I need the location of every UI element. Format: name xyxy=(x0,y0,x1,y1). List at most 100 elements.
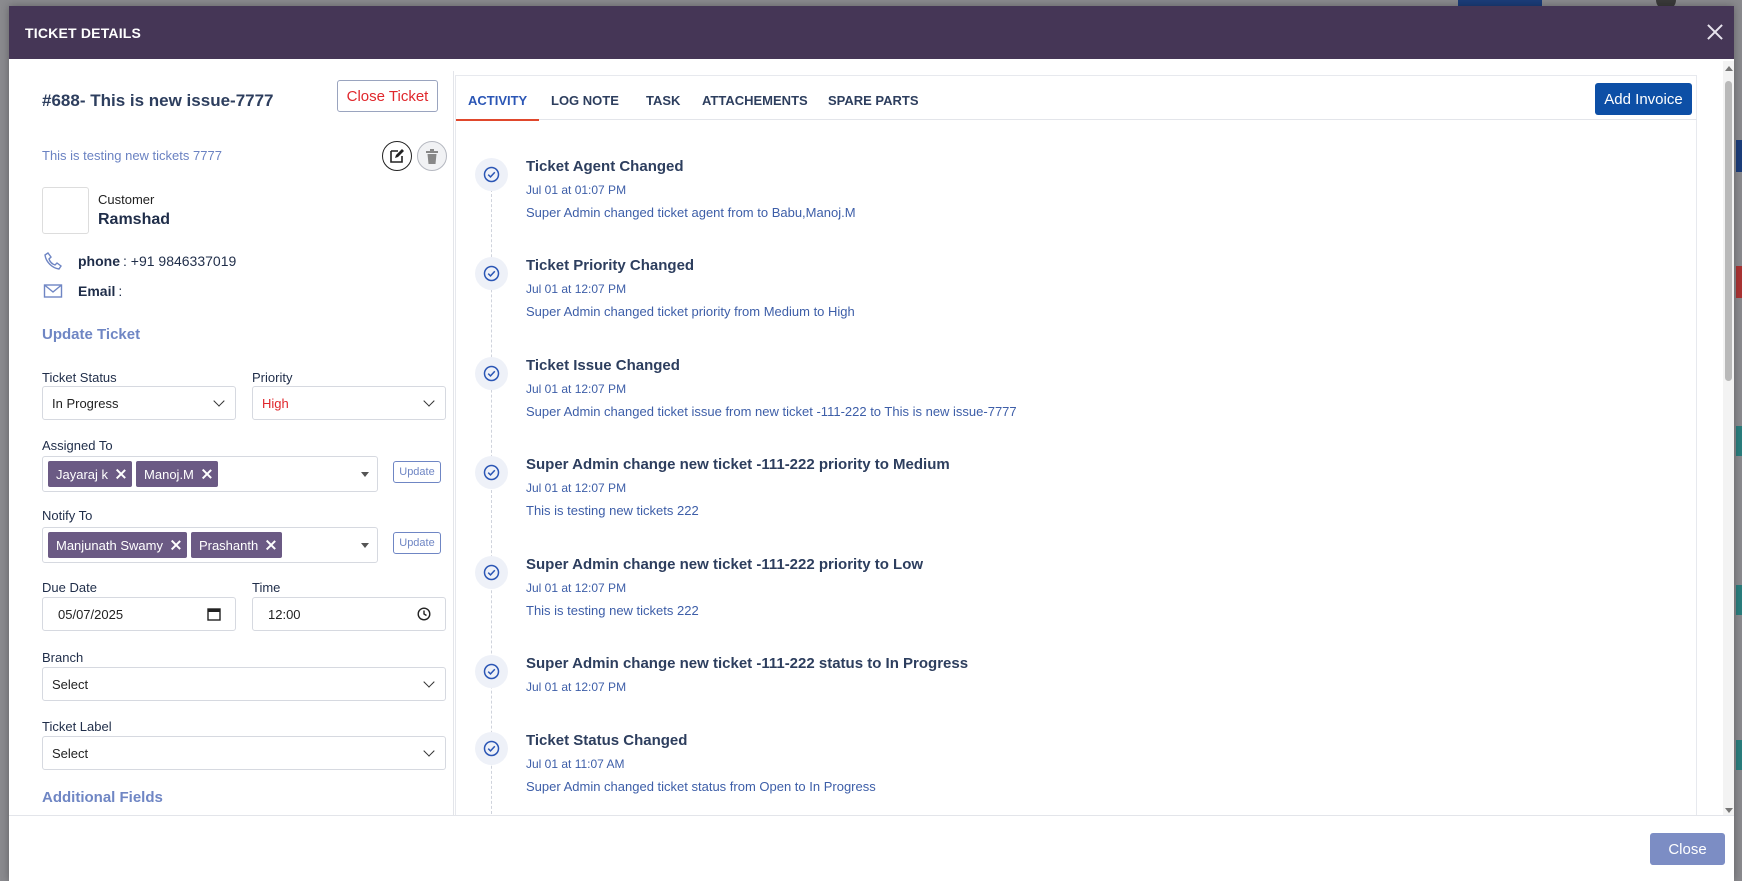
add-invoice-button[interactable]: Add Invoice xyxy=(1595,83,1692,115)
tab-activity[interactable]: ACTIVITY xyxy=(456,76,540,121)
activity-time: Jul 01 at 12:07 PM xyxy=(526,382,627,396)
background-strip xyxy=(1736,426,1742,456)
scroll-down-icon[interactable] xyxy=(1725,808,1733,813)
trash-icon xyxy=(426,148,438,164)
remove-icon[interactable] xyxy=(202,469,212,479)
activity-time: Jul 01 at 12:07 PM xyxy=(526,481,627,495)
mail-icon xyxy=(42,281,64,301)
customer-name: Ramshad xyxy=(98,211,171,228)
activity-desc: This is testing new tickets 222 xyxy=(526,603,699,618)
branch-value: Select xyxy=(52,676,89,692)
activity-desc: Super Admin changed ticket issue from ne… xyxy=(526,404,1017,419)
activity-desc: Super Admin changed ticket status from O… xyxy=(526,779,876,794)
activity-time: Jul 01 at 01:07 PM xyxy=(526,183,627,197)
time-value: 12:00 xyxy=(268,606,301,622)
activity-panel: ACTIVITY LOG NOTE TASK ATTACHEMENTS SPAR… xyxy=(455,75,1697,821)
tab-spare-parts[interactable]: SPARE PARTS xyxy=(828,76,919,121)
ticket-status-select[interactable]: In Progress xyxy=(42,386,236,420)
phone-row: phone : +91 9846337019 xyxy=(42,251,236,271)
additional-fields-heading: Additional Fields xyxy=(42,789,163,806)
due-date-input[interactable]: 05/07/2025 xyxy=(42,597,236,631)
background-strip xyxy=(1736,140,1742,172)
tab-bar: ACTIVITY LOG NOTE TASK ATTACHEMENTS SPAR… xyxy=(455,75,1697,121)
due-date-label: Due Date xyxy=(42,580,97,595)
update-ticket-heading: Update Ticket xyxy=(42,326,141,343)
modal-footer: Close xyxy=(9,815,1734,881)
email-value: : xyxy=(118,283,123,299)
remove-icon[interactable] xyxy=(116,469,126,479)
notify-to-label: Notify To xyxy=(42,508,93,523)
update-assigned-button[interactable]: Update xyxy=(393,461,441,483)
tab-log-note[interactable]: LOG NOTE xyxy=(551,76,619,121)
chevron-down-icon xyxy=(423,676,435,688)
close-button[interactable]: Close xyxy=(1650,833,1725,865)
calendar-icon[interactable] xyxy=(207,607,221,624)
ticket-label-value: Select xyxy=(52,745,89,761)
activity-title: Super Admin change new ticket -111-222 p… xyxy=(526,456,950,473)
activity-time: Jul 01 at 12:07 PM xyxy=(526,282,627,296)
activity-desc: Super Admin changed ticket priority from… xyxy=(526,304,855,319)
assigned-chip: Jayaraj k xyxy=(48,461,133,487)
close-icon[interactable] xyxy=(1704,21,1726,43)
activity-time: Jul 01 at 12:07 PM xyxy=(526,680,627,694)
modal-title: TICKET DETAILS xyxy=(25,24,142,41)
ticket-label-label: Ticket Label xyxy=(42,719,112,734)
time-input[interactable]: 12:00 xyxy=(252,597,446,631)
activity-title: Ticket Priority Changed xyxy=(526,257,695,274)
activity-time: Jul 01 at 11:07 AM xyxy=(526,757,625,771)
notify-chip: Prashanth xyxy=(190,532,283,558)
priority-label: Priority xyxy=(252,370,293,385)
remove-icon[interactable] xyxy=(171,540,181,550)
delete-button[interactable] xyxy=(417,141,447,171)
branch-select[interactable]: Select xyxy=(42,667,446,701)
check-circle-icon xyxy=(475,257,508,290)
dropdown-caret-icon xyxy=(361,543,369,548)
activity-desc: This is testing new tickets 222 xyxy=(526,503,699,518)
ticket-label-select[interactable]: Select xyxy=(42,736,446,770)
due-date-value: 05/07/2025 xyxy=(58,606,124,622)
check-circle-icon xyxy=(475,556,508,589)
priority-select[interactable]: High xyxy=(252,386,446,420)
activity-title: Super Admin change new ticket -111-222 s… xyxy=(526,655,969,672)
chevron-down-icon xyxy=(423,745,435,757)
scroll-up-icon[interactable] xyxy=(1725,66,1733,71)
scrollbar[interactable] xyxy=(1723,61,1734,818)
background-strip xyxy=(1736,585,1742,615)
check-circle-icon xyxy=(475,357,508,390)
avatar xyxy=(42,187,89,234)
background-strip xyxy=(1736,266,1742,298)
edit-icon xyxy=(390,149,404,163)
activity-time: Jul 01 at 12:07 PM xyxy=(526,581,627,595)
scrollbar-thumb[interactable] xyxy=(1725,81,1732,381)
tab-task[interactable]: TASK xyxy=(646,76,680,121)
email-row: Email : xyxy=(42,281,122,301)
remove-icon[interactable] xyxy=(266,540,276,550)
close-ticket-button[interactable]: Close Ticket xyxy=(337,80,438,112)
edit-button[interactable] xyxy=(382,141,412,171)
ticket-status-label: Ticket Status xyxy=(42,370,117,385)
activity-title: Super Admin change new ticket -111-222 p… xyxy=(526,556,924,573)
tab-attachements[interactable]: ATTACHEMENTS xyxy=(702,76,808,121)
check-circle-icon xyxy=(475,456,508,489)
assigned-to-select[interactable]: Jayaraj k Manoj.M xyxy=(42,456,378,492)
activity-title: Ticket Agent Changed xyxy=(526,158,684,175)
ticket-info-panel: #688- This is new issue-7777 Close Ticke… xyxy=(33,71,447,809)
ticket-title: #688- This is new issue-7777 xyxy=(42,91,274,110)
activity-timeline: Ticket Agent Changed Jul 01 at 01:07 PM … xyxy=(455,120,1697,821)
panel-divider xyxy=(453,71,454,821)
phone-icon xyxy=(42,251,64,271)
check-circle-icon xyxy=(475,158,508,191)
ticket-details-modal: TICKET DETAILS #688- This is new issue-7… xyxy=(9,6,1734,881)
clock-icon[interactable] xyxy=(417,607,431,624)
phone-value: : +91 9846337019 xyxy=(123,253,237,269)
branch-label: Branch xyxy=(42,650,84,665)
notify-to-select[interactable]: Manjunath Swamy Prashanth xyxy=(42,527,378,563)
activity-title: Ticket Issue Changed xyxy=(526,357,680,374)
update-notify-button[interactable]: Update xyxy=(393,532,441,554)
activity-title: Ticket Status Changed xyxy=(526,732,688,749)
activity-desc: Super Admin changed ticket agent from to… xyxy=(526,205,856,220)
ticket-description: This is testing new tickets 7777 xyxy=(42,148,222,163)
modal-header: TICKET DETAILS xyxy=(9,6,1734,59)
check-circle-icon xyxy=(475,732,508,765)
priority-value: High xyxy=(262,395,289,411)
